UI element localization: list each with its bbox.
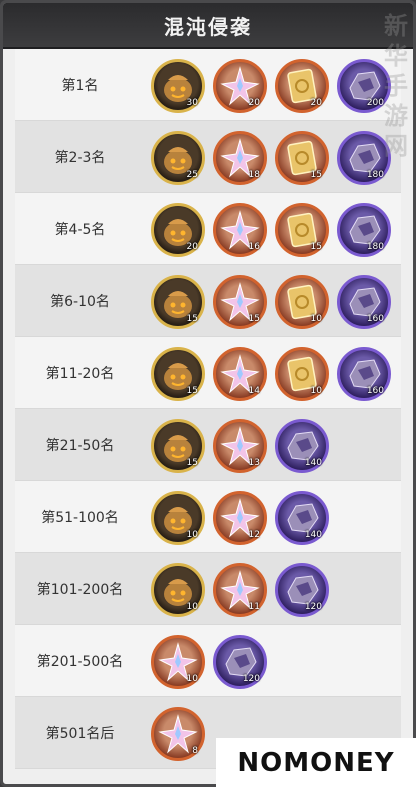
reward-item[interactable]: 11: [213, 563, 267, 617]
nomoney-logo: NOMONEY: [216, 738, 416, 787]
item-quantity: 180: [366, 170, 384, 180]
rank-label: 第21-50名: [45, 438, 115, 454]
reward-items: 30 20 20 200: [151, 59, 391, 113]
reward-row: 第51-100名 10 12 140: [15, 481, 401, 553]
item-quantity: 160: [366, 386, 384, 396]
rank-label: 第2-3名: [54, 150, 106, 166]
reward-items: 15 14 10 160: [151, 347, 391, 401]
reward-item[interactable]: 13: [213, 419, 267, 473]
item-quantity: 160: [366, 314, 384, 324]
logo-text: NOMONEY: [237, 747, 395, 778]
item-quantity: 15: [310, 170, 322, 180]
reward-item[interactable]: 10: [151, 563, 205, 617]
reward-items: 20 16 15 180: [151, 203, 391, 257]
reward-item[interactable]: 15: [151, 419, 205, 473]
item-quantity: 120: [304, 602, 322, 612]
item-quantity: 140: [304, 458, 322, 468]
reward-item[interactable]: 15: [213, 275, 267, 329]
item-quantity: 25: [186, 170, 198, 180]
reward-item[interactable]: 140: [275, 419, 329, 473]
rank-label: 第11-20名: [45, 366, 115, 382]
reward-items: 8: [151, 707, 205, 761]
item-quantity: 30: [186, 98, 198, 108]
watermark: 新华手游网: [384, 12, 408, 160]
reward-item[interactable]: 16: [213, 203, 267, 257]
reward-item[interactable]: 18: [213, 131, 267, 185]
item-quantity: 140: [304, 530, 322, 540]
item-quantity: 15: [310, 242, 322, 252]
reward-item[interactable]: 20: [275, 59, 329, 113]
reward-items: 25 18 15 180: [151, 131, 391, 185]
item-quantity: 12: [248, 530, 260, 540]
item-quantity: 20: [248, 98, 260, 108]
panel-header: 混沌侵袭: [3, 3, 413, 49]
item-quantity: 10: [310, 386, 322, 396]
reward-item[interactable]: 120: [275, 563, 329, 617]
reward-item[interactable]: 160: [337, 347, 391, 401]
rank-label: 第4-5名: [54, 222, 106, 238]
item-quantity: 15: [186, 458, 198, 468]
reward-row: 第2-3名 25 18 15 180: [15, 121, 401, 193]
item-quantity: 16: [248, 242, 260, 252]
reward-items: 10 12 140: [151, 491, 329, 545]
item-quantity: 14: [248, 386, 260, 396]
reward-item[interactable]: 15: [275, 131, 329, 185]
item-quantity: 180: [366, 242, 384, 252]
rank-label: 第101-200名: [36, 582, 124, 598]
item-quantity: 10: [186, 674, 198, 684]
item-quantity: 8: [192, 746, 198, 756]
item-quantity: 20: [186, 242, 198, 252]
reward-items: 10 11 120: [151, 563, 329, 617]
item-quantity: 20: [310, 98, 322, 108]
reward-row: 第11-20名 15 14 10 160: [15, 337, 401, 409]
item-quantity: 13: [248, 458, 260, 468]
reward-item[interactable]: 180: [337, 203, 391, 257]
rank-label: 第201-500名: [36, 654, 124, 670]
reward-item[interactable]: 140: [275, 491, 329, 545]
rank-label: 第51-100名: [41, 510, 119, 526]
reward-item[interactable]: 10: [151, 635, 205, 689]
reward-item[interactable]: 10: [275, 347, 329, 401]
reward-item[interactable]: 120: [213, 635, 267, 689]
reward-row: 第21-50名 15 13 140: [15, 409, 401, 481]
reward-item[interactable]: 160: [337, 275, 391, 329]
reward-item[interactable]: 20: [213, 59, 267, 113]
reward-row: 第201-500名 10 120: [15, 625, 401, 697]
reward-row: 第101-200名 10 11 120: [15, 553, 401, 625]
reward-item[interactable]: 15: [151, 275, 205, 329]
item-quantity: 120: [242, 674, 260, 684]
reward-item[interactable]: 20: [151, 203, 205, 257]
item-quantity: 10: [186, 530, 198, 540]
reward-item[interactable]: 25: [151, 131, 205, 185]
rank-label: 第1名: [61, 78, 99, 94]
item-quantity: 15: [186, 314, 198, 324]
reward-panel: 混沌侵袭 第1名 30 20 20 200 第2-3名 25 18 15 180 第4-5名 20 16…: [0, 0, 416, 787]
item-quantity: 18: [248, 170, 260, 180]
reward-item[interactable]: 10: [151, 491, 205, 545]
reward-items: 15 13 140: [151, 419, 329, 473]
item-quantity: 15: [248, 314, 260, 324]
reward-table: 第1名 30 20 20 200 第2-3名 25 18 15 180 第4-5名 20 16 15 180…: [15, 49, 401, 769]
item-quantity: 15: [186, 386, 198, 396]
reward-items: 10 120: [151, 635, 267, 689]
reward-item[interactable]: 30: [151, 59, 205, 113]
reward-row: 第6-10名 15 15 10 160: [15, 265, 401, 337]
item-quantity: 10: [186, 602, 198, 612]
reward-items: 15 15 10 160: [151, 275, 391, 329]
reward-item[interactable]: 8: [151, 707, 205, 761]
item-quantity: 11: [248, 602, 260, 612]
reward-row: 第4-5名 20 16 15 180: [15, 193, 401, 265]
panel-title: 混沌侵袭: [164, 14, 252, 39]
reward-item[interactable]: 10: [275, 275, 329, 329]
rank-label: 第501名后: [45, 726, 115, 742]
reward-item[interactable]: 15: [151, 347, 205, 401]
rank-label: 第6-10名: [50, 294, 110, 310]
reward-row: 第1名 30 20 20 200: [15, 49, 401, 121]
reward-item[interactable]: 12: [213, 491, 267, 545]
item-quantity: 10: [310, 314, 322, 324]
reward-item[interactable]: 15: [275, 203, 329, 257]
reward-item[interactable]: 14: [213, 347, 267, 401]
